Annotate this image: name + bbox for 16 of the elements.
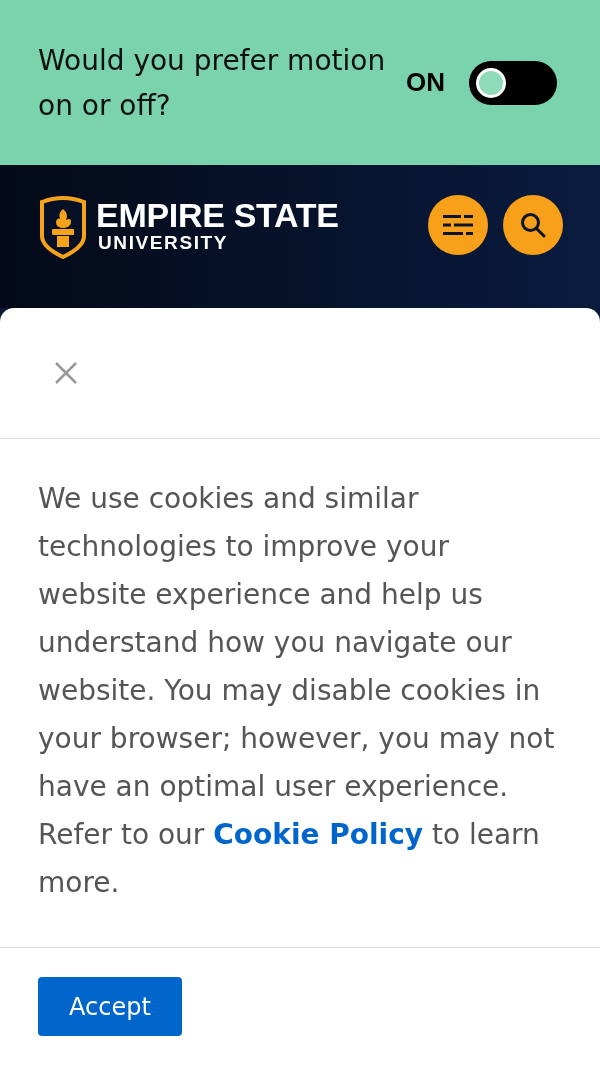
cookie-policy-link[interactable]: Cookie Policy xyxy=(213,818,423,851)
close-button[interactable] xyxy=(55,362,77,384)
menu-icon xyxy=(443,214,473,236)
motion-question: Would you prefer motion on or off? xyxy=(38,42,387,124)
search-button[interactable] xyxy=(503,195,563,255)
accept-button[interactable]: Accept xyxy=(38,977,182,1036)
motion-state-label: ON xyxy=(406,66,445,99)
switch-knob-icon xyxy=(476,67,506,98)
motion-switch[interactable] xyxy=(469,60,557,105)
close-icon xyxy=(55,362,77,384)
logo-title: EMPIRE STATE xyxy=(96,197,339,233)
menu-button[interactable] xyxy=(428,195,488,255)
torch-shield-icon xyxy=(38,195,88,259)
search-icon xyxy=(520,212,546,238)
cookie-message: We use cookies and similar technologies to improve your website experience and help us understand how you navigate our website. You may disable cookies in your browser; however, you may not have an optimal user experience. Refer to our Cookie Policy to learn more. xyxy=(38,481,556,901)
logo-subtitle: UNIVERSITY xyxy=(98,233,229,253)
